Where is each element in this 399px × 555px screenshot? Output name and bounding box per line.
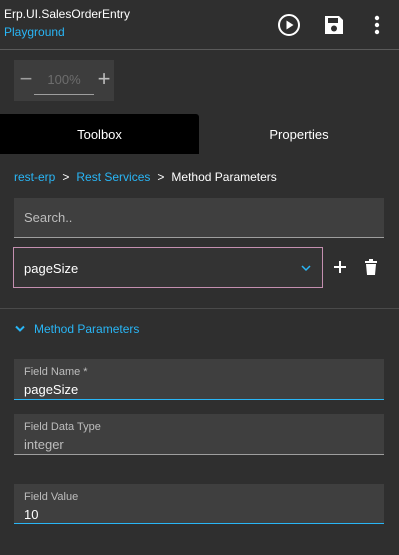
app-title: Erp.UI.SalesOrderEntry	[4, 7, 131, 21]
more-options-button[interactable]	[365, 10, 389, 40]
field-name-label: Field Name *	[24, 366, 88, 378]
breadcrumb-separator: >	[157, 170, 165, 184]
divider	[0, 308, 399, 309]
field-name-value: pageSize	[24, 382, 79, 397]
zoom-level[interactable]: 100%	[34, 72, 94, 95]
field-name-input[interactable]: Field Name * pageSize	[14, 359, 384, 400]
trash-icon	[365, 259, 377, 275]
zoom-out-button[interactable]: −	[16, 68, 36, 90]
field-value-value: 10	[24, 507, 39, 522]
chevron-down-icon	[15, 325, 25, 332]
app-subtitle[interactable]: Playground	[4, 25, 65, 39]
section-method-parameters[interactable]: Method Parameters	[14, 320, 139, 338]
delete-parameter-button[interactable]	[364, 259, 378, 275]
more-vert-icon	[374, 15, 380, 35]
chevron-down-icon	[301, 265, 311, 272]
breadcrumb: rest-erp > Rest Services > Method Parame…	[14, 170, 277, 184]
field-value-input[interactable]: Field Value 10	[14, 484, 384, 524]
section-label: Method Parameters	[34, 322, 140, 336]
search-input[interactable]	[14, 198, 384, 237]
breadcrumb-rest-services[interactable]: Rest Services	[76, 170, 150, 184]
search-box	[14, 198, 384, 238]
breadcrumb-current: Method Parameters	[171, 170, 277, 184]
add-parameter-button[interactable]	[332, 259, 348, 275]
panel-tabs: Toolbox Properties	[0, 114, 399, 154]
zoom-control: − 100% +	[14, 60, 114, 101]
breadcrumb-separator: >	[62, 170, 70, 184]
tab-properties[interactable]: Properties	[199, 114, 399, 154]
app-header: Erp.UI.SalesOrderEntry Playground	[0, 0, 399, 50]
method-select-value: pageSize	[24, 261, 79, 276]
zoom-in-button[interactable]: +	[94, 68, 114, 90]
field-value-label: Field Value	[24, 491, 79, 503]
play-button[interactable]	[274, 10, 304, 40]
plus-icon	[334, 261, 346, 273]
save-button[interactable]	[319, 10, 349, 40]
field-data-type-label: Field Data Type	[24, 421, 101, 433]
field-data-type-value: integer	[24, 437, 64, 452]
breadcrumb-rest-erp[interactable]: rest-erp	[14, 170, 55, 184]
tab-toolbox[interactable]: Toolbox	[0, 114, 199, 154]
field-data-type-input: Field Data Type integer	[14, 414, 384, 455]
save-icon	[325, 16, 343, 34]
method-select[interactable]: pageSize	[13, 247, 323, 288]
play-icon	[278, 14, 300, 36]
